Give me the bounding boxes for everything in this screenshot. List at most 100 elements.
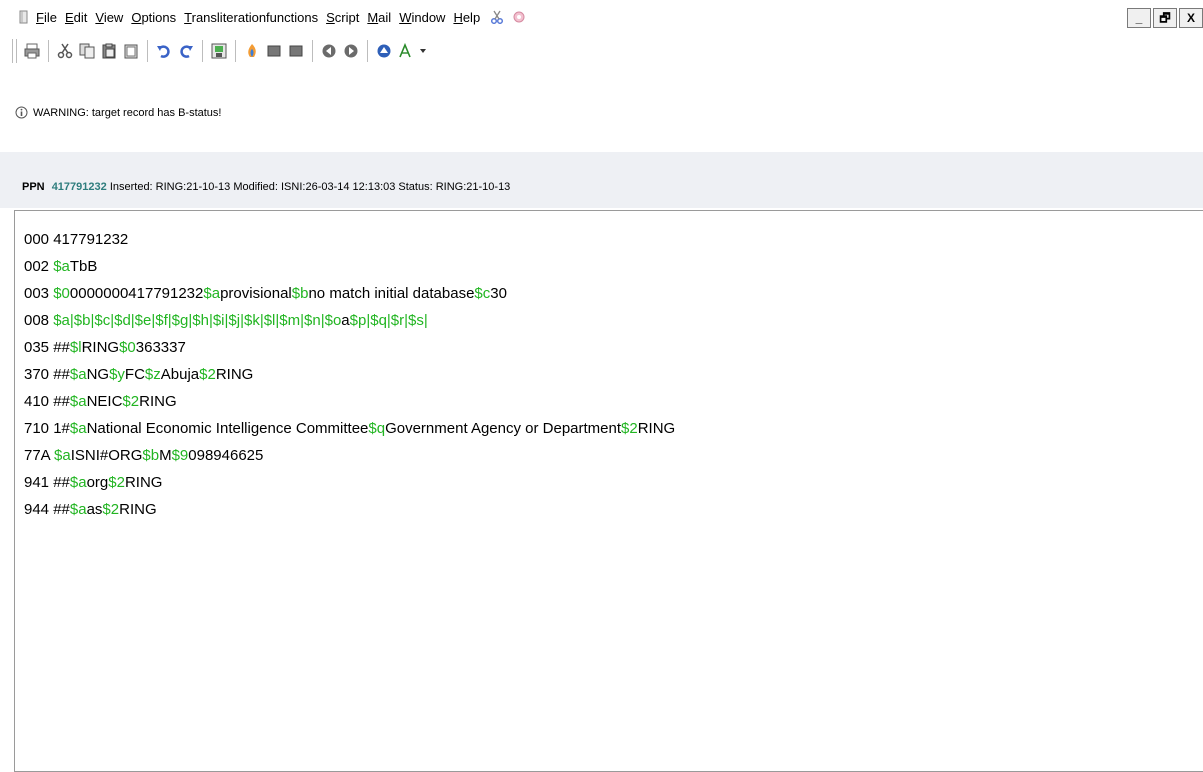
- record-line[interactable]: 002 $aTbB: [24, 258, 675, 285]
- menu-options[interactable]: Options: [131, 10, 176, 25]
- flower-icon[interactable]: [512, 10, 526, 24]
- field-text: 000 417791232: [24, 231, 129, 248]
- field-text: 363337: [135, 339, 186, 356]
- cut-icon[interactable]: [57, 43, 73, 59]
- field-text: FC: [124, 366, 145, 383]
- scissors-icon[interactable]: [490, 10, 504, 24]
- toolbar-separator: [202, 40, 203, 62]
- subfield-code: $l: [69, 339, 82, 356]
- record-line[interactable]: 941 ##$aorg$2RING: [24, 474, 675, 501]
- subfield-code: $2: [122, 393, 140, 410]
- subfield-code: $a: [69, 474, 87, 491]
- subfield-code: $a: [203, 285, 221, 302]
- field-text: RING: [215, 366, 254, 383]
- subfield-code: $2: [621, 420, 638, 437]
- field-text: RING: [119, 501, 157, 518]
- menu-view[interactable]: View: [95, 10, 123, 25]
- subfield-code: $c: [474, 285, 491, 302]
- menu-file[interactable]: File: [36, 10, 57, 25]
- record-editor[interactable]: 000 417791232 002 $aTbB 003 $0000000041779…: [14, 210, 1203, 772]
- undo-icon[interactable]: [156, 43, 172, 59]
- field-text: National Economic Intelligence Committee: [86, 420, 369, 437]
- warning-text: WARNING: target record has B-status!: [33, 106, 222, 119]
- minimize-button[interactable]: _: [1127, 8, 1151, 28]
- record-line[interactable]: 944 ##$aas$2RING: [24, 501, 675, 528]
- up-icon[interactable]: [376, 43, 392, 59]
- print-icon[interactable]: [24, 43, 40, 59]
- menu-help[interactable]: Help: [453, 10, 480, 25]
- subfield-code: $2: [108, 474, 125, 491]
- dropdown-arrow-icon[interactable]: [420, 43, 426, 59]
- message-bar: WARNING: target record has B-status!: [0, 68, 1203, 154]
- record-line[interactable]: 710 1#$aNational Economic Intelligence C…: [24, 420, 675, 447]
- save-icon[interactable]: [211, 43, 227, 59]
- field-text: 098946625: [188, 447, 264, 464]
- forward-icon[interactable]: [343, 43, 359, 59]
- menu-bar: File Edit View Options Transliterationfu…: [0, 0, 1203, 34]
- clipboard-icon[interactable]: [123, 43, 139, 59]
- menu-edit[interactable]: Edit: [65, 10, 87, 25]
- field-text: RING: [124, 474, 163, 491]
- subfield-code: $9: [171, 447, 189, 464]
- field-text: 035 ##: [24, 339, 70, 356]
- field-text: 002: [24, 258, 54, 275]
- field-text: ISNI#ORG: [70, 447, 143, 464]
- field-text: Abuja: [160, 366, 200, 383]
- gray-box-icon[interactable]: [288, 43, 304, 59]
- field-text: RING: [139, 393, 177, 410]
- field-text: 003: [24, 285, 54, 302]
- toolbar-separator: [367, 40, 368, 62]
- ppn-label: PPN: [22, 181, 45, 193]
- record-line[interactable]: 003 $00000000417791232$aprovisional$bno …: [24, 285, 675, 312]
- font-icon[interactable]: [398, 43, 414, 59]
- subfield-code: $y: [109, 366, 125, 383]
- toolbar-separator: [48, 40, 49, 62]
- restore-button[interactable]: 🗗: [1153, 8, 1177, 28]
- subfield-code: $a: [69, 420, 87, 437]
- record-info: PPN 417791232 Inserted: RING:21-10-13 Mo…: [22, 181, 510, 193]
- record-line[interactable]: 035 ##$lRING$0363337: [24, 339, 675, 366]
- subfield-code: $b: [291, 285, 309, 302]
- paste-icon[interactable]: [101, 43, 117, 59]
- menu-script[interactable]: Script: [326, 10, 359, 25]
- field-text: as: [86, 501, 103, 518]
- toolbar: [0, 34, 1203, 68]
- gray-box-icon[interactable]: [266, 43, 282, 59]
- menu-window[interactable]: Window: [399, 10, 445, 25]
- subfield-code: $a: [69, 393, 87, 410]
- info-icon: [15, 106, 28, 119]
- toolbar-separator: [312, 40, 313, 62]
- redo-icon[interactable]: [178, 43, 194, 59]
- copy-icon[interactable]: [79, 43, 95, 59]
- app-icon[interactable]: [18, 10, 30, 24]
- menu-mail[interactable]: Mail: [367, 10, 391, 25]
- record-line[interactable]: 008 $a|$b|$c|$d|$e|$f|$g|$h|$i|$j|$k|$l|…: [24, 312, 675, 339]
- subfield-code: $2: [199, 366, 216, 383]
- toolbar-grip[interactable]: [12, 39, 17, 63]
- close-button[interactable]: X: [1179, 8, 1203, 28]
- field-text: RING: [81, 339, 120, 356]
- menu-transliterationfunctions[interactable]: Transliterationfunctions: [184, 10, 318, 25]
- ppn-value[interactable]: 417791232: [52, 181, 107, 193]
- field-text: 944 ##: [24, 501, 70, 518]
- record-line[interactable]: 000 417791232: [24, 231, 675, 258]
- record-line[interactable]: 77A $aISNI#ORG$bM$9098946625: [24, 447, 675, 474]
- toolbar-separator: [147, 40, 148, 62]
- subfield-code: $2: [102, 501, 120, 518]
- field-text: org: [86, 474, 109, 491]
- field-text: NEIC: [86, 393, 123, 410]
- record-lines: 000 417791232 002 $aTbB 003 $0000000041779…: [24, 231, 675, 528]
- record-line[interactable]: 410 ##$aNEIC$2RING: [24, 393, 675, 420]
- record-line[interactable]: 370 ##$aNG$yFC$zAbuja$2RING: [24, 366, 675, 393]
- fire-icon[interactable]: [244, 43, 260, 59]
- subfield-code: $a: [69, 366, 87, 383]
- subfield-code: $0: [119, 339, 136, 356]
- field-text: 0000000417791232: [69, 285, 204, 302]
- subfield-code: $q: [368, 420, 386, 437]
- field-text: NG: [86, 366, 110, 383]
- field-text: 941 ##: [24, 474, 70, 491]
- back-icon[interactable]: [321, 43, 337, 59]
- subfield-code: $a|$b|$c|$d|$e|$f|$g|$h|$i|$j|$k|$l|$m|$…: [53, 312, 342, 329]
- field-text: TbB: [69, 258, 98, 275]
- field-text: provisional: [220, 285, 292, 302]
